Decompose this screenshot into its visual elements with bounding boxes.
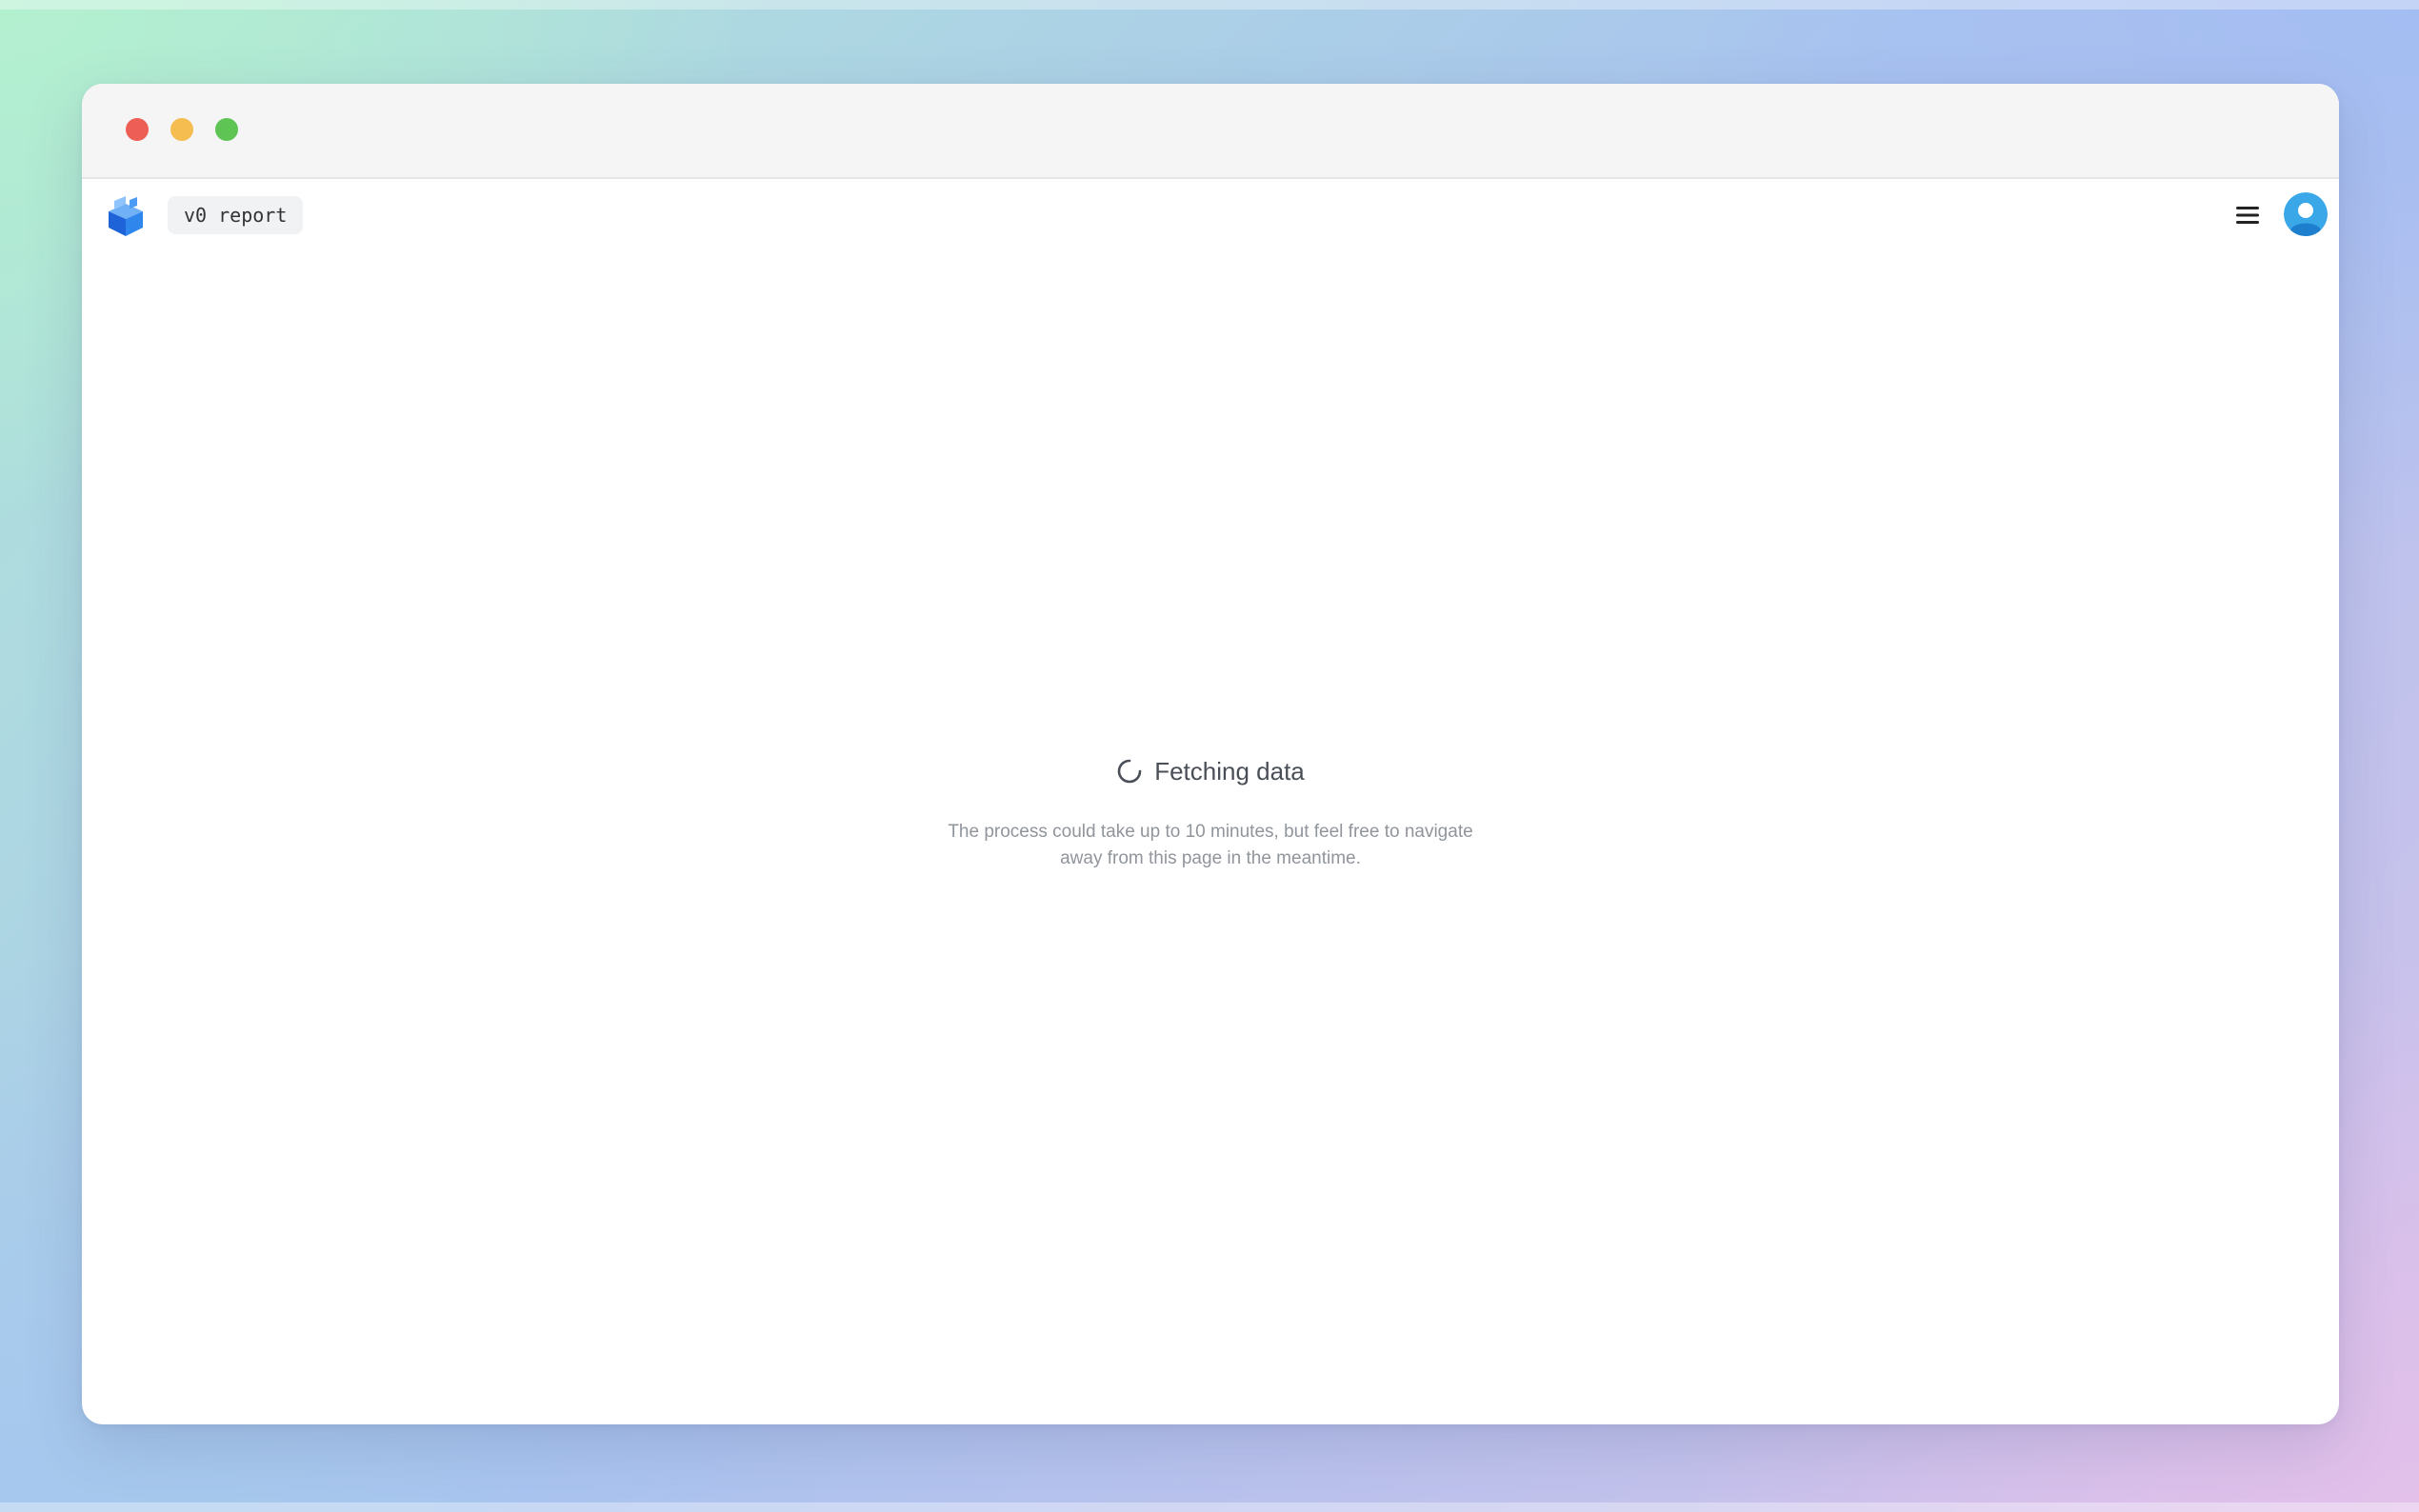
loading-description: The process could take up to 10 minutes,… bbox=[948, 822, 1473, 868]
app-header: v0 report bbox=[82, 179, 2339, 251]
window-close-button[interactable] bbox=[126, 118, 149, 141]
background-bottom-strip bbox=[0, 1502, 2419, 1512]
cube-logo-icon[interactable] bbox=[107, 196, 145, 236]
user-avatar-icon[interactable] bbox=[2284, 192, 2328, 236]
background-top-strip bbox=[0, 0, 2419, 10]
loading-spinner-icon bbox=[1116, 758, 1143, 785]
window-maximize-button[interactable] bbox=[215, 118, 238, 141]
loading-panel: Fetching data The process could take up … bbox=[82, 752, 2339, 872]
window-titlebar bbox=[82, 84, 2339, 179]
app-window: v0 report Fetching data The process coul… bbox=[82, 84, 2339, 1424]
loading-header: Fetching data bbox=[1116, 752, 1305, 790]
loading-title: Fetching data bbox=[1154, 757, 1305, 786]
hamburger-menu-icon[interactable] bbox=[2232, 200, 2263, 230]
report-label[interactable]: v0 report bbox=[168, 196, 304, 234]
window-minimize-button[interactable] bbox=[170, 118, 193, 141]
